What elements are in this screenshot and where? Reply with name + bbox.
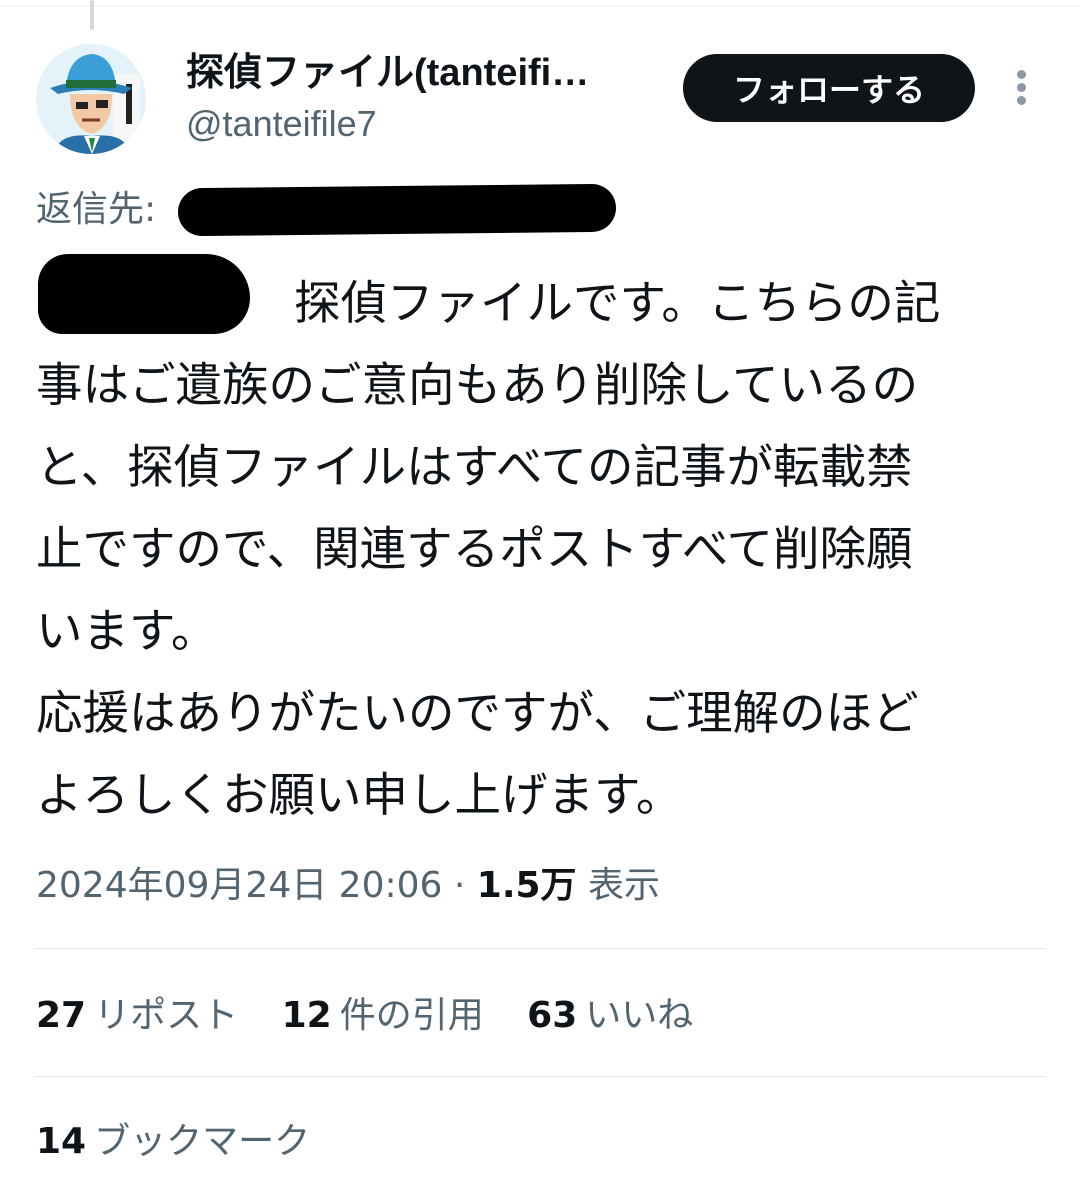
thread-connector-line [90, 0, 94, 30]
reposts-stat[interactable]: 27 リポスト [36, 992, 238, 1040]
avatar-detective-icon [36, 44, 146, 154]
reposts-count: 27 [36, 995, 87, 1036]
follow-button[interactable]: フォローする [683, 54, 975, 122]
redaction-mark [177, 183, 617, 237]
divider [36, 948, 1044, 949]
meta-separator: · [442, 865, 477, 906]
reposts-label: リポスト [94, 995, 239, 1036]
likes-count: 63 [527, 995, 578, 1036]
bookmarks-count: 14 [36, 1121, 87, 1162]
views-label: 表示 [588, 865, 661, 906]
more-vertical-icon[interactable] [1010, 68, 1034, 108]
quotes-stat[interactable]: 12 件の引用 [282, 992, 484, 1040]
tweet-text-line: 止ですので、関連するポストすべて削除願 [36, 522, 913, 576]
likes-label: いいね [585, 995, 694, 1036]
author-name[interactable]: 探偵ファイル(tanteifi… [186, 50, 656, 96]
tweet-detail: 探偵ファイル(tanteifi… @tanteifile7 フォローする 返信先… [0, 0, 1080, 1185]
avatar[interactable] [36, 44, 146, 154]
tweet-text: 探偵ファイルです。こちらの記 事はご遺族のご意向もあり削除しているの と、探偵フ… [36, 262, 1036, 836]
reply-to-label: 返信先: [36, 189, 157, 230]
tweet-meta: 2024年09月24日 20:06 · 1.5万 表示 [36, 862, 660, 910]
tweet-text-line: よろしくお願い申し上げます。 [36, 768, 683, 822]
tweet-text-line: 応援はありがたいのですが、ご理解のほど [36, 686, 919, 740]
quotes-label: 件の引用 [339, 995, 484, 1036]
author-handle[interactable]: @tanteifile7 [186, 102, 377, 146]
top-divider [0, 0, 1080, 6]
timestamp[interactable]: 2024年09月24日 20:06 [36, 865, 442, 906]
tweet-text-line: 事はご遺族のご意向もあり削除しているの [36, 358, 919, 412]
views-count: 1.5万 [476, 865, 577, 906]
likes-stat[interactable]: 63 いいね [527, 992, 693, 1040]
tweet-text-line: と、探偵ファイルはすべての記事が転載禁 [36, 440, 913, 494]
bookmarks-stat[interactable]: 14 ブックマーク [36, 1118, 310, 1166]
quotes-count: 12 [281, 995, 332, 1036]
redaction-mark [38, 254, 250, 334]
tweet-text-line: います。 [36, 604, 218, 658]
bookmarks-label: ブックマーク [94, 1121, 311, 1162]
engagement-stats: 27 リポスト 12 件の引用 63 いいね [36, 992, 725, 1040]
divider [36, 1076, 1044, 1077]
